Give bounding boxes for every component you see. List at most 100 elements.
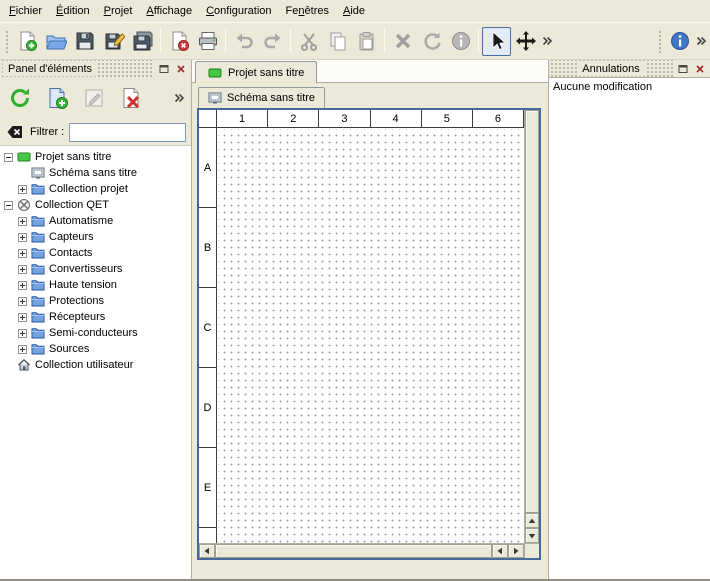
folder-icon — [31, 214, 45, 228]
tree-item-label: Sources — [49, 343, 89, 355]
tree-item-recepteurs[interactable]: Récepteurs — [0, 309, 191, 325]
cut-button[interactable] — [294, 27, 323, 56]
pointer-icon — [486, 30, 508, 52]
tree-item-collection-qet[interactable]: Collection QET — [0, 197, 191, 213]
expand-icon[interactable] — [18, 329, 27, 338]
float-button[interactable] — [676, 62, 690, 75]
expand-icon[interactable] — [18, 249, 27, 258]
menu-projet[interactable]: Projet — [97, 2, 140, 20]
filter-input[interactable] — [69, 123, 186, 142]
tree-item-automatisme[interactable]: Automatisme — [0, 213, 191, 229]
help-overflow-button[interactable] — [694, 28, 708, 54]
expand-icon[interactable] — [18, 313, 27, 322]
expand-icon[interactable] — [18, 281, 27, 290]
copy-button[interactable] — [323, 27, 352, 56]
tools-overflow-button[interactable] — [540, 28, 554, 54]
tree-item-sources[interactable]: Sources — [0, 341, 191, 357]
delete-button[interactable] — [388, 27, 417, 56]
tree-item-collection-projet[interactable]: Collection projet — [0, 181, 191, 197]
collapse-icon[interactable] — [4, 153, 13, 162]
scissors-icon — [298, 30, 320, 52]
menu-affichage[interactable]: Affichage — [139, 2, 199, 20]
elements-panel-titlebar[interactable]: Panel d'éléments — [0, 60, 191, 77]
folder-icon — [31, 246, 45, 260]
menu-configuration[interactable]: Configuration — [199, 2, 278, 20]
menu-aide[interactable]: Aide — [336, 2, 372, 20]
toolbar-buttons — [12, 27, 554, 56]
tree-item-capteurs[interactable]: Capteurs — [0, 229, 191, 245]
save-all-button[interactable] — [128, 27, 157, 56]
undo-panel-titlebar[interactable]: Annulations — [549, 60, 710, 77]
tree-item-schema-sans-titre[interactable]: Schéma sans titre — [0, 165, 191, 181]
help-toolbar-handle[interactable] — [657, 29, 661, 53]
move-tool-button[interactable] — [511, 27, 540, 56]
close-file-button[interactable] — [164, 27, 193, 56]
rotate-icon — [421, 30, 443, 52]
element-info-button[interactable] — [446, 27, 475, 56]
diagram-canvas[interactable] — [218, 129, 524, 543]
project-tab-label: Projet sans titre — [228, 67, 304, 79]
close-icon — [176, 64, 186, 74]
close-button[interactable] — [174, 62, 188, 75]
float-icon — [159, 64, 169, 74]
tree-item-label: Semi-conducteurs — [49, 327, 138, 339]
folder-icon — [31, 262, 45, 276]
about-button[interactable] — [665, 27, 694, 56]
menu-fenetres[interactable]: Fenêtres — [279, 2, 336, 20]
clear-filter-button[interactable] — [5, 123, 25, 141]
folder-icon — [31, 326, 45, 340]
save-as-button[interactable] — [99, 27, 128, 56]
arrow-right-icon — [512, 547, 520, 555]
toolbar-separator — [478, 29, 479, 53]
close-button[interactable] — [693, 62, 707, 75]
tab-schema-sans-titre[interactable]: Schéma sans titre — [198, 87, 325, 108]
print-button[interactable] — [193, 27, 222, 56]
menu-edition[interactable]: Édition — [49, 2, 97, 20]
tree-item-projet-sans-titre[interactable]: Projet sans titre — [0, 149, 191, 165]
reload-collections-button[interactable] — [5, 83, 35, 113]
undo-list[interactable]: Aucune modification — [549, 77, 710, 579]
redo-button[interactable] — [258, 27, 287, 56]
undo-button[interactable] — [229, 27, 258, 56]
delete-element-button[interactable] — [116, 83, 146, 113]
rotate-button[interactable] — [417, 27, 446, 56]
vertical-scrollbar[interactable] — [524, 110, 539, 543]
tree-item-label: Automatisme — [49, 215, 113, 227]
collapse-icon[interactable] — [4, 201, 13, 210]
clear-filter-icon — [6, 123, 24, 141]
horizontal-scrollbar[interactable] — [199, 543, 524, 558]
select-tool-button[interactable] — [482, 27, 511, 56]
save-button[interactable] — [70, 27, 99, 56]
tree-item-convertisseurs[interactable]: Convertisseurs — [0, 261, 191, 277]
expand-icon[interactable] — [18, 233, 27, 242]
tree-item-collection-utilisateur[interactable]: Collection utilisateur — [0, 357, 191, 373]
tree-item-haute-tension[interactable]: Haute tension — [0, 277, 191, 293]
home-icon — [17, 358, 31, 372]
main-toolbar — [0, 22, 710, 60]
scroll-right-button[interactable] — [508, 544, 524, 558]
expand-icon[interactable] — [18, 297, 27, 306]
expand-icon[interactable] — [18, 185, 27, 194]
edit-element-button[interactable] — [79, 83, 109, 113]
scroll-down-button[interactable] — [525, 528, 539, 543]
new-element-button[interactable] — [42, 83, 72, 113]
open-document-button[interactable] — [41, 27, 70, 56]
toolbar-handle[interactable] — [4, 29, 8, 53]
expand-icon[interactable] — [18, 265, 27, 274]
expand-icon[interactable] — [18, 217, 27, 226]
scroll-left-button[interactable] — [199, 544, 215, 558]
paste-button[interactable] — [352, 27, 381, 56]
horizontal-scrollbar-thumb[interactable] — [215, 544, 492, 558]
tree-item-contacts[interactable]: Contacts — [0, 245, 191, 261]
new-document-button[interactable] — [12, 27, 41, 56]
panel-overflow-button[interactable] — [172, 83, 186, 113]
menu-fichier[interactable]: Fichier — [2, 2, 49, 20]
expand-icon[interactable] — [18, 345, 27, 354]
float-button[interactable] — [157, 62, 171, 75]
tree-item-protections[interactable]: Protections — [0, 293, 191, 309]
scroll-up-button[interactable] — [525, 513, 539, 528]
scroll-left-button-2[interactable] — [492, 544, 508, 558]
tab-projet-sans-titre[interactable]: Projet sans titre — [195, 61, 317, 83]
vertical-scrollbar-thumb[interactable] — [525, 110, 539, 513]
tree-item-semi-conducteurs[interactable]: Semi-conducteurs — [0, 325, 191, 341]
